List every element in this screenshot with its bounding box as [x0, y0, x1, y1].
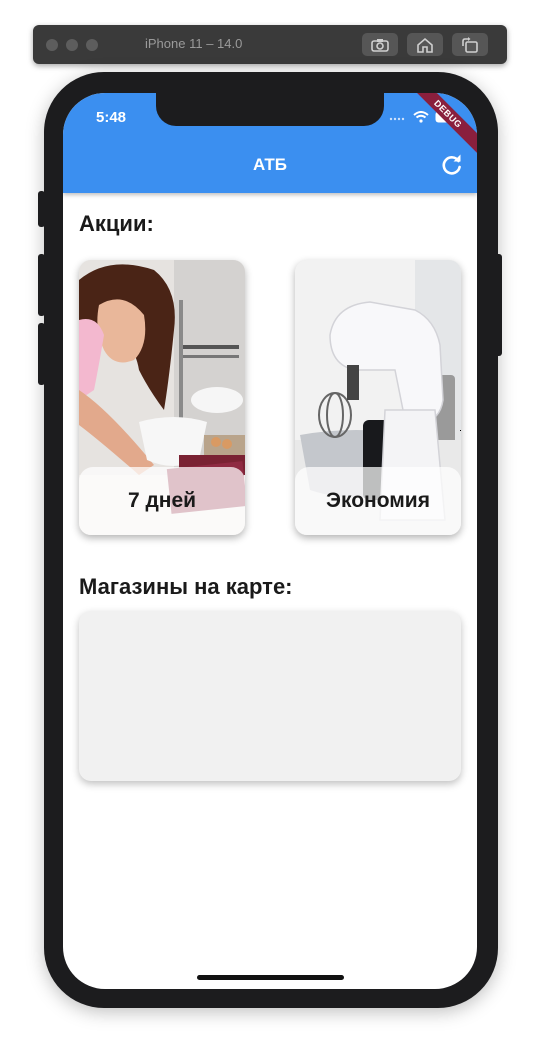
- screenshot-icon: [371, 38, 389, 52]
- refresh-icon[interactable]: [440, 153, 464, 177]
- volume-up-button: [38, 254, 45, 316]
- home-button[interactable]: [407, 33, 443, 56]
- app-screen: 5:48 DEBUG АТБ Акции: 7 дней Экономия Ма…: [63, 93, 477, 989]
- zoom-window-dot[interactable]: [86, 39, 98, 51]
- home-indicator[interactable]: [197, 975, 344, 980]
- rotate-icon: [462, 36, 478, 53]
- debug-banner: DEBUG: [404, 93, 477, 158]
- volume-down-button: [38, 323, 45, 385]
- promotions-title: Акции:: [79, 211, 154, 236]
- app-title: АТБ: [252, 155, 288, 174]
- status-time: 5:48: [96, 109, 127, 126]
- promo-label: Экономия: [295, 467, 461, 535]
- simulator-title: iPhone 11 – 14.0: [145, 36, 243, 51]
- signal-icon: [389, 117, 405, 121]
- simulator-toolbar: iPhone 11 – 14.0: [33, 25, 507, 64]
- stores-title: Магазины на карте:: [79, 574, 293, 599]
- minimize-window-dot[interactable]: [66, 39, 78, 51]
- close-window-dot[interactable]: [46, 39, 58, 51]
- rotate-button[interactable]: [452, 33, 488, 56]
- power-button: [495, 254, 502, 356]
- mute-switch: [38, 191, 45, 227]
- screenshot-button[interactable]: [362, 33, 398, 56]
- promo-label: 7 дней: [79, 467, 245, 535]
- promo-card-7-days[interactable]: 7 дней: [79, 260, 245, 535]
- notch: [156, 93, 384, 126]
- wifi-icon: [413, 111, 429, 123]
- home-icon: [417, 37, 433, 53]
- promo-card-economy[interactable]: Экономия: [295, 260, 461, 535]
- app-bar: 5:48 DEBUG АТБ: [63, 93, 477, 193]
- stores-map[interactable]: [79, 611, 461, 781]
